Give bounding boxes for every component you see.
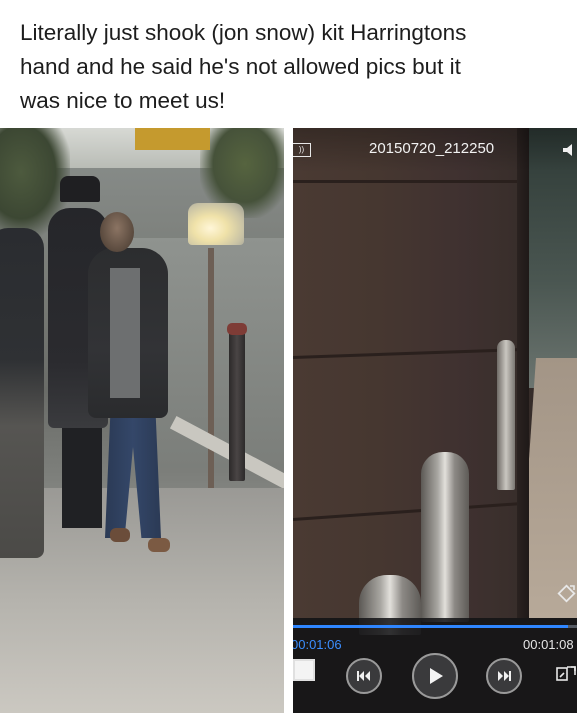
wall-seam	[293, 180, 523, 183]
back-icon[interactable]: ))	[293, 143, 311, 157]
fit-screen-icon[interactable]	[555, 664, 577, 682]
bollard-cap	[227, 323, 247, 335]
next-icon	[498, 671, 511, 681]
next-button[interactable]	[486, 658, 522, 694]
person-main-shirt	[110, 268, 140, 398]
person-left	[0, 228, 44, 558]
previous-button[interactable]	[346, 658, 382, 694]
bollard	[229, 326, 245, 481]
steel-bollard	[421, 452, 469, 622]
caption-line-2: hand and he said he's not allowed pics b…	[20, 54, 461, 79]
play-button[interactable]	[412, 653, 458, 699]
street-pole	[208, 248, 214, 488]
caption-line-3: was nice to meet us!	[20, 88, 226, 113]
car-headlights	[188, 203, 244, 245]
shop-sign	[135, 128, 210, 150]
video-filename: 20150720_212250	[369, 140, 495, 157]
shoe	[110, 528, 130, 542]
person-middle-hat	[60, 176, 100, 202]
video-player-screenshot: )) 20150720_212250 00:01:06 00:01:08	[293, 128, 577, 713]
player-controls: 00:01:06 00:01:08	[293, 618, 577, 713]
play-icon	[430, 668, 443, 684]
caption-line-1: Literally just shook (jon snow) kit Harr…	[20, 20, 467, 45]
street-photo	[0, 128, 284, 713]
post-caption: Literally just shook (jon snow) kit Harr…	[20, 16, 565, 118]
rotate-icon[interactable]	[557, 584, 577, 604]
total-time: 00:01:08	[523, 637, 574, 652]
volume-icon[interactable]	[561, 142, 577, 158]
person-middle-legs	[62, 418, 102, 528]
steel-bollard	[497, 340, 515, 490]
pillar-edge	[517, 128, 529, 618]
shoe	[148, 538, 170, 552]
seek-bar[interactable]	[293, 625, 577, 628]
person-main-head	[100, 212, 134, 252]
seek-bar-progress	[293, 625, 569, 628]
current-time: 00:01:06	[293, 637, 342, 652]
previous-icon	[357, 671, 370, 681]
stop-icon[interactable]	[293, 659, 315, 681]
